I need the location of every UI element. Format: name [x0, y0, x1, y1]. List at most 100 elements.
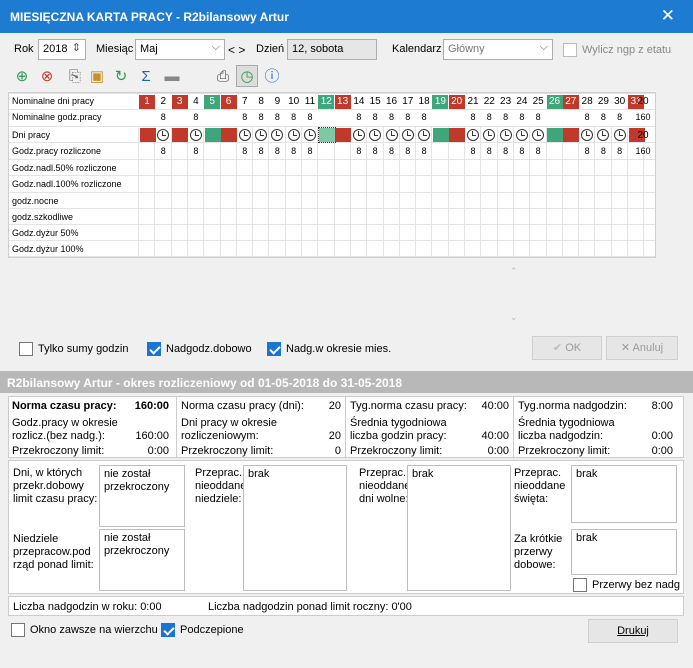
podczepione-checkbox[interactable]: [161, 623, 175, 637]
drukuj-button[interactable]: Drukuj: [588, 619, 678, 643]
work-day-mark[interactable]: [335, 128, 352, 142]
miesiac-value: Maj: [140, 43, 158, 55]
clock-icon[interactable]: [401, 129, 414, 141]
close-icon[interactable]: ✕: [661, 6, 675, 26]
spin-icon[interactable]: ⇕: [72, 41, 81, 54]
total-nominal-hours: 160: [635, 112, 651, 122]
delete-day-icon[interactable]: ⊗: [38, 68, 56, 86]
wylicz-checkbox[interactable]: [563, 43, 577, 57]
work-day-mark[interactable]: [139, 128, 156, 142]
day-header[interactable]: 11: [302, 95, 318, 109]
paste-icon[interactable]: ▣: [88, 68, 106, 86]
day-header[interactable]: 14: [351, 95, 367, 109]
work-day-mark[interactable]: [432, 128, 449, 142]
work-day-mark[interactable]: [172, 128, 189, 142]
clock-icon[interactable]: [613, 129, 626, 141]
clock-icon[interactable]: [515, 129, 528, 141]
day-header[interactable]: 28: [579, 95, 595, 109]
nominal-hours: 8: [291, 112, 297, 122]
clock-icon[interactable]: [255, 129, 268, 141]
kalendarz-select[interactable]: Główny ⌵: [443, 39, 553, 60]
day-header[interactable]: 18: [416, 95, 432, 109]
day-header[interactable]: 23: [498, 95, 514, 109]
day-header[interactable]: 3: [171, 95, 188, 109]
rok-select[interactable]: 2018 ⇕: [38, 39, 86, 60]
clock-icon[interactable]: [385, 129, 398, 141]
clock-icon[interactable]: [238, 129, 251, 141]
wylicz-label: Wylicz ngp z etatu: [582, 44, 672, 56]
clock-icon[interactable]: [499, 129, 512, 141]
page-icon[interactable]: ▬: [163, 68, 181, 86]
nadgodz-dobowo-checkbox[interactable]: [147, 342, 161, 356]
day-header[interactable]: 1: [139, 95, 155, 109]
clock-icon[interactable]: [581, 129, 594, 141]
clock-icon[interactable]: [352, 129, 365, 141]
day-header[interactable]: 30: [612, 95, 628, 109]
day-header[interactable]: 7: [237, 95, 253, 109]
work-day-mark[interactable]: [449, 128, 466, 142]
scroll-up-icon[interactable]: ⌃: [510, 266, 518, 277]
nominal-hours: 8: [617, 112, 623, 122]
day-header[interactable]: 2: [155, 95, 171, 109]
dni-limit-box: nie został przekroczony: [99, 465, 185, 527]
day-header[interactable]: 26: [546, 95, 563, 109]
day-header[interactable]: 10: [286, 95, 302, 109]
day-header[interactable]: 9: [269, 95, 285, 109]
add-day-icon[interactable]: ⊕: [13, 68, 31, 86]
day-header[interactable]: 17: [400, 95, 416, 109]
nadg-okresie-checkbox[interactable]: [267, 342, 281, 356]
clock-icon[interactable]: [467, 129, 479, 141]
clock-fill-icon[interactable]: ◷: [236, 65, 258, 87]
day-header[interactable]: 6: [220, 95, 237, 109]
clock-icon[interactable]: [483, 129, 496, 141]
day-header[interactable]: 19: [432, 95, 449, 109]
day-header[interactable]: 5: [204, 95, 221, 109]
clock-icon[interactable]: [189, 129, 202, 141]
clock-icon[interactable]: [271, 129, 284, 141]
day-header[interactable]: 22: [481, 95, 497, 109]
print-icon[interactable]: ⎙: [214, 68, 232, 86]
clock-icon[interactable]: [369, 129, 382, 141]
info-icon[interactable]: ⓘ: [263, 68, 281, 86]
nominal-hours: 8: [421, 112, 427, 122]
godz-okres-label: Godz.pracy w okresie rozlicz.(bez nadg.)…: [12, 417, 118, 442]
clock-icon[interactable]: [597, 129, 610, 141]
day-header[interactable]: 8: [253, 95, 269, 109]
day-header[interactable]: 25: [530, 95, 546, 109]
sum-icon[interactable]: Σ: [137, 68, 155, 86]
work-day-mark[interactable]: [317, 127, 336, 143]
clock-icon[interactable]: [532, 129, 545, 141]
day-header[interactable]: 4: [188, 95, 204, 109]
day-header[interactable]: 27: [562, 95, 579, 109]
ok-button[interactable]: ✔ OK: [532, 336, 602, 360]
day-header[interactable]: 16: [384, 95, 400, 109]
okno-checkbox[interactable]: [11, 623, 25, 637]
day-header[interactable]: 20: [448, 95, 465, 109]
clock-icon[interactable]: [304, 129, 316, 141]
day-header[interactable]: 24: [514, 95, 530, 109]
copy-icon[interactable]: ⎘: [66, 68, 84, 86]
day-header[interactable]: 29: [595, 95, 611, 109]
scroll-down-icon[interactable]: ⌄: [510, 312, 518, 323]
przerwy-bez-nadg-checkbox[interactable]: [573, 578, 587, 592]
clock-icon[interactable]: [418, 129, 431, 141]
work-day-mark[interactable]: [547, 128, 563, 142]
month-nav[interactable]: < >: [228, 43, 245, 57]
day-header[interactable]: 12: [318, 95, 335, 109]
worked-hours: 8: [503, 146, 509, 156]
work-day-mark[interactable]: [221, 128, 237, 142]
yearly-overtime: Liczba nadgodzin w roku: 0:00 Liczba nad…: [8, 596, 684, 616]
work-day-mark[interactable]: [563, 128, 580, 142]
refresh-icon[interactable]: ↻: [112, 68, 130, 86]
day-header[interactable]: 15: [367, 95, 383, 109]
clock-icon[interactable]: [157, 129, 170, 141]
miesiac-select[interactable]: Maj ⌵: [135, 39, 225, 60]
work-grid[interactable]: Nominalne dni pracy Nominalne godz.pracy…: [8, 92, 656, 258]
tylko-sumy-checkbox[interactable]: [19, 342, 33, 356]
anuluj-button[interactable]: ✕ Anuluj: [606, 336, 678, 360]
day-header[interactable]: 13: [334, 95, 351, 109]
day-header[interactable]: 21: [465, 95, 481, 109]
clock-icon[interactable]: [287, 129, 300, 141]
work-day-mark[interactable]: [204, 128, 221, 142]
nominal-hours: 8: [372, 112, 378, 122]
